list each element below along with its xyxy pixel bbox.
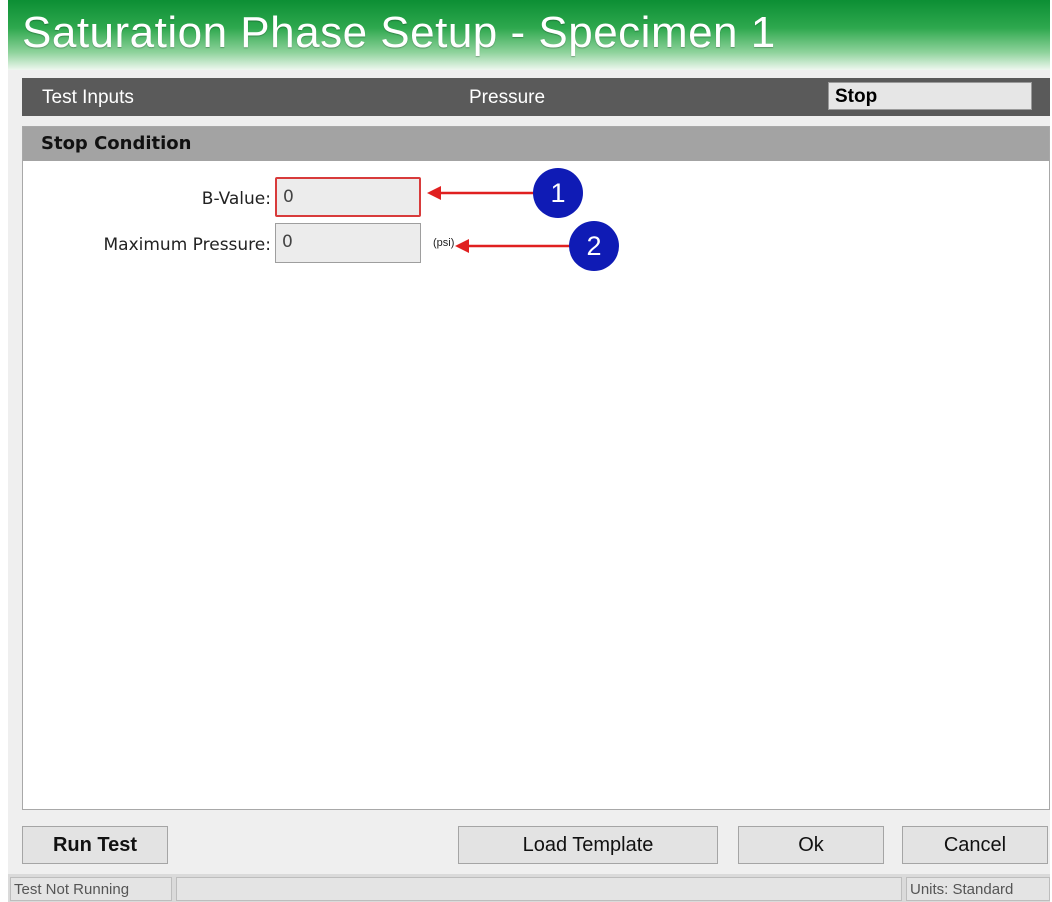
max-pressure-label: Maximum Pressure:: [103, 235, 272, 255]
tab-bar: Test Inputs Pressure Stop: [22, 78, 1050, 116]
ok-button[interactable]: Ok: [738, 826, 884, 864]
status-test-state: Test Not Running: [10, 877, 172, 901]
title-bar: Saturation Phase Setup - Specimen 1: [8, 0, 1050, 70]
window-title: Saturation Phase Setup - Specimen 1: [22, 8, 776, 57]
status-units: Units: Standard: [906, 877, 1050, 901]
b-value-label: B-Value:: [201, 189, 271, 209]
tab-stop[interactable]: Stop: [828, 82, 1032, 110]
callout-arrow-1: [427, 186, 545, 200]
load-template-button[interactable]: Load Template: [458, 826, 718, 864]
cancel-button[interactable]: Cancel: [902, 826, 1048, 864]
dialog-window: Test Inputs Pressure Stop Stop Condition…: [8, 70, 1050, 902]
stop-panel: Stop Condition B-Value: 0 Maximum Pressu…: [22, 126, 1050, 810]
tab-pressure[interactable]: Pressure: [469, 78, 545, 116]
callout-arrow-2: [455, 239, 577, 253]
tab-test-inputs[interactable]: Test Inputs: [42, 78, 134, 116]
callout-badge-2: 2: [569, 221, 619, 271]
max-pressure-input[interactable]: 0: [275, 223, 421, 263]
status-bar: Test Not Running Units: Standard: [8, 874, 1050, 902]
run-test-button[interactable]: Run Test: [22, 826, 168, 864]
pressure-unit: (psi): [433, 237, 455, 249]
status-progress: [176, 877, 902, 901]
callout-badge-1: 1: [533, 168, 583, 218]
section-title: Stop Condition: [41, 133, 192, 154]
b-value-input[interactable]: 0: [275, 177, 421, 217]
section-header: Stop Condition: [23, 127, 1049, 161]
